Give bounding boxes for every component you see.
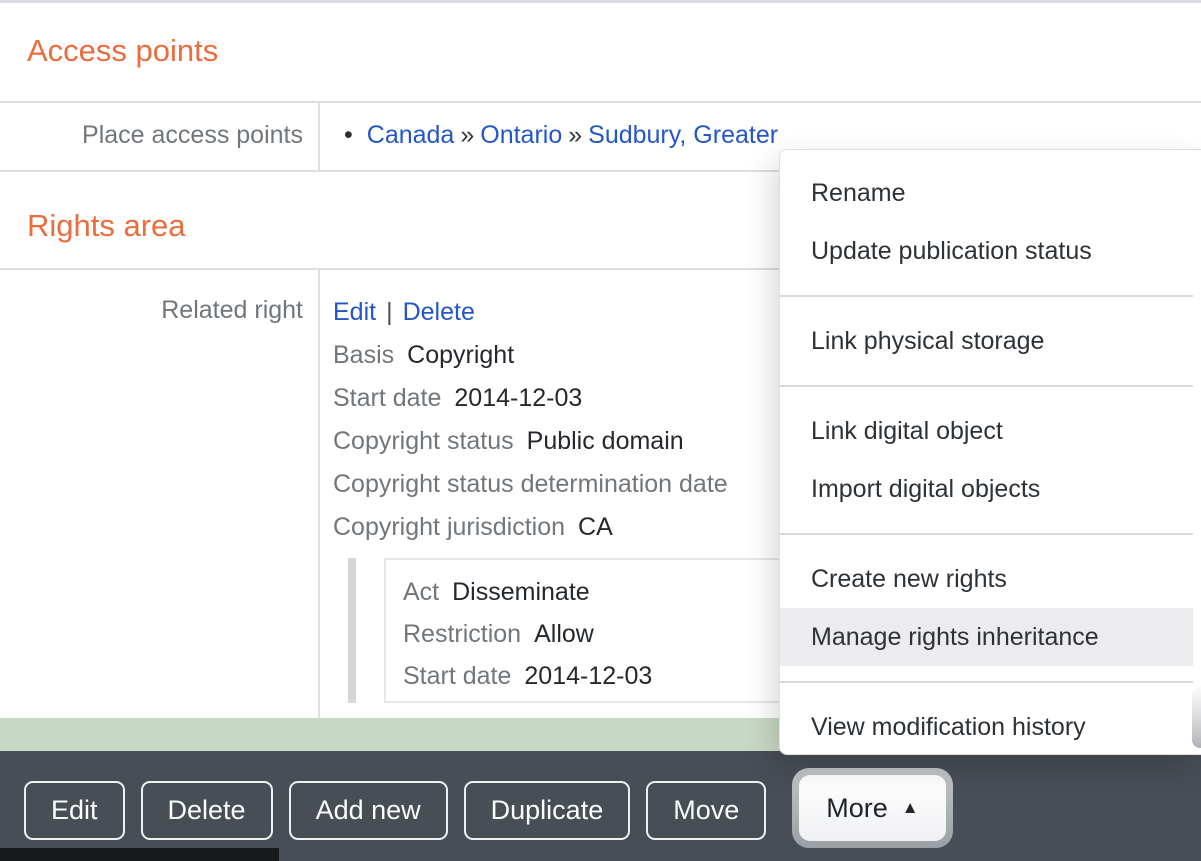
- field-value: Disseminate: [452, 578, 590, 606]
- menu-divider: [780, 385, 1193, 387]
- bullet-icon: •: [344, 121, 353, 149]
- edit-button[interactable]: Edit: [24, 781, 125, 840]
- field-value: 2014-12-03: [524, 662, 652, 690]
- bottom-dark-strip: [0, 848, 279, 861]
- field-label: Act: [403, 578, 439, 606]
- field-value: 2014-12-03: [454, 384, 582, 412]
- access-points-header: Access points: [0, 0, 1201, 103]
- menu-divider: [780, 533, 1193, 535]
- right-delete-link[interactable]: Delete: [403, 298, 475, 326]
- field-label: Start date: [333, 384, 441, 412]
- menu-item-rename[interactable]: Rename: [780, 164, 1193, 222]
- duplicate-button[interactable]: Duplicate: [464, 781, 631, 840]
- record-view-page: Access points Place access points • Canad…: [0, 0, 1201, 861]
- place-link-sudbury-greater[interactable]: Sudbury, Greater: [588, 121, 778, 149]
- menu-item-import-digital-objects[interactable]: Import digital objects: [780, 460, 1193, 518]
- menu-item-create-new-rights[interactable]: Create new rights: [780, 550, 1193, 608]
- menu-item-view-modification-history[interactable]: View modification history: [780, 698, 1193, 756]
- field-label: Copyright status: [333, 427, 514, 455]
- breadcrumb-separator: »: [460, 121, 474, 149]
- menu-divider: [780, 295, 1193, 297]
- add-new-button[interactable]: Add new: [289, 781, 448, 840]
- move-button[interactable]: Move: [646, 781, 766, 840]
- field-label: Basis: [333, 341, 394, 369]
- more-button-focus-ring: More ▲: [792, 768, 952, 848]
- breadcrumb-separator: »: [568, 121, 582, 149]
- more-dropdown-menu: Rename Update publication status Link ph…: [779, 149, 1201, 755]
- field-value: CA: [578, 513, 613, 541]
- field-label: Copyright jurisdiction: [333, 513, 565, 541]
- field-label: Start date: [403, 662, 511, 690]
- field-value: Allow: [534, 620, 594, 648]
- place-access-points-label: Place access points: [0, 103, 320, 170]
- field-value: Copyright: [407, 341, 514, 369]
- menu-item-link-physical-storage[interactable]: Link physical storage: [780, 312, 1193, 370]
- access-points-title: Access points: [27, 33, 1201, 69]
- granted-rights-indent-bar: [348, 558, 356, 703]
- field-label: Copyright status determination date: [333, 470, 728, 498]
- menu-divider: [780, 681, 1193, 683]
- menu-item-update-publication-status[interactable]: Update publication status: [780, 222, 1193, 280]
- place-link-ontario[interactable]: Ontario: [480, 121, 562, 149]
- menu-item-link-digital-object[interactable]: Link digital object: [780, 402, 1193, 460]
- delete-button[interactable]: Delete: [141, 781, 273, 840]
- action-toolbar: Edit Delete Add new Duplicate Move More …: [0, 751, 1201, 861]
- place-link-canada[interactable]: Canada: [367, 121, 455, 149]
- field-label: Restriction: [403, 620, 521, 648]
- more-button[interactable]: More ▲: [799, 775, 945, 841]
- actions-separator: |: [386, 298, 393, 326]
- field-value: Public domain: [527, 427, 684, 455]
- related-right-label: Related right: [0, 270, 320, 718]
- more-button-label: More: [826, 793, 888, 824]
- scrollbar-thumb[interactable]: [1192, 686, 1201, 748]
- menu-item-manage-rights-inheritance[interactable]: Manage rights inheritance: [780, 608, 1193, 666]
- right-edit-link[interactable]: Edit: [333, 298, 376, 326]
- caret-up-icon: ▲: [902, 798, 919, 818]
